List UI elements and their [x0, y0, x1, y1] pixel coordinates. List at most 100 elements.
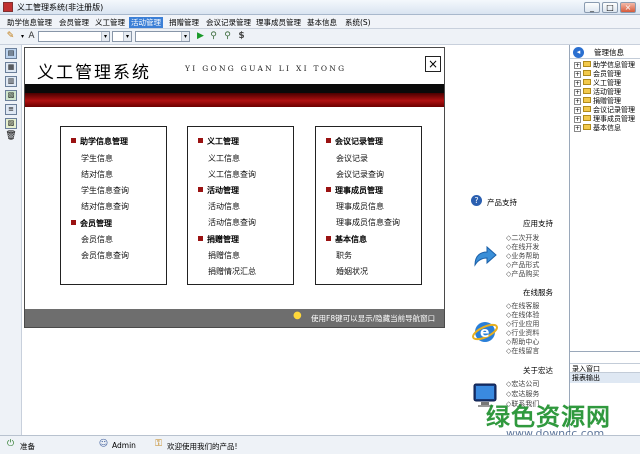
nav-link[interactable]: 义工信息 — [208, 153, 240, 164]
font-icon[interactable]: A — [26, 31, 37, 42]
menu-donation[interactable]: 捐赠管理 — [167, 17, 201, 28]
window-icon[interactable]: ▤ — [5, 48, 17, 59]
nav-header: 义工管理系统 YI GONG GUAN LI XI TONG × — [25, 48, 444, 84]
support-link[interactable]: ◇在线留言 — [506, 346, 539, 356]
nav-section[interactable]: 捐赠管理 — [198, 234, 239, 245]
nav-section[interactable]: 助学信息管理 — [71, 136, 128, 147]
nav-link[interactable]: 捐赠情况汇总 — [208, 266, 256, 277]
folder-icon — [583, 106, 591, 112]
nav-link[interactable]: 结对信息查询 — [81, 201, 129, 212]
expand-icon[interactable]: + — [574, 80, 581, 87]
nav-section[interactable]: 活动管理 — [198, 185, 239, 196]
nav-link[interactable]: 会议记录查询 — [336, 169, 384, 180]
lock-icon: ⚿ — [155, 439, 162, 449]
nav-link[interactable]: 会员信息 — [81, 234, 113, 245]
nav-link[interactable]: 捐赠信息 — [208, 250, 240, 261]
expand-icon[interactable]: + — [574, 116, 581, 123]
back-icon[interactable]: ◂ — [573, 47, 584, 58]
expand-icon[interactable]: + — [574, 62, 581, 69]
nav-link[interactable]: 会议记录 — [336, 153, 368, 164]
book-icon[interactable]: ▥ — [5, 76, 17, 87]
product-support-panel: ? 产品支持 应用支持 ◇二次开发 ◇在线开发 ◇业务帮助 ◇产品形式 ◇产品购… — [466, 193, 570, 423]
status-user: Admin — [112, 441, 136, 450]
app-icon — [3, 2, 13, 12]
report-output-button[interactable]: 报表输出 — [570, 373, 640, 383]
square-bullet-icon — [326, 236, 331, 241]
tree-view: + 助学信息管理 + 会员管理 + 义工管理 + 活动管理 + 捐赠管理 + 会议记录管理 … — [570, 58, 640, 358]
nav-link[interactable]: 活动信息 — [208, 201, 240, 212]
left-toolbar: ▤ ▦ ▥ ▧ ≡ ▨ 🗑 — [0, 45, 22, 435]
folder-icon — [583, 115, 591, 121]
square-bullet-icon — [198, 187, 203, 192]
nav-section[interactable]: 理事成员管理 — [326, 185, 383, 196]
nav-link[interactable]: 婚姻状况 — [336, 266, 368, 277]
nav-link[interactable]: 会员信息查询 — [81, 250, 129, 261]
status-welcome: 欢迎使用我们的产品! — [167, 442, 238, 451]
menu-activity[interactable]: 活动管理 — [129, 17, 163, 28]
square-bullet-icon — [198, 236, 203, 241]
minimize-button[interactable]: _ — [584, 2, 600, 13]
font-select[interactable]: ▾ — [38, 31, 110, 42]
picture-icon[interactable]: ▨ — [5, 118, 17, 129]
menu-system[interactable]: 系统(S) — [343, 17, 373, 28]
nav-link[interactable]: 学生信息查询 — [81, 185, 129, 196]
expand-icon[interactable]: + — [574, 98, 581, 105]
support-link[interactable]: ◇宏达公司 — [506, 379, 539, 389]
user-search-icon[interactable]: ⚲ — [208, 31, 219, 42]
user-search2-icon[interactable]: ⚲ — [222, 31, 233, 42]
search-select[interactable]: ▾ — [135, 31, 190, 42]
menu-basic-info[interactable]: 基本信息 — [305, 17, 339, 28]
document-icon[interactable]: ▧ — [5, 90, 17, 101]
menu-member[interactable]: 会员管理 — [57, 17, 91, 28]
forward-arrow-icon — [471, 243, 499, 271]
pencil-icon[interactable]: ✎ — [5, 31, 16, 42]
nav-link[interactable]: 职务 — [336, 250, 352, 261]
folder-icon — [583, 70, 591, 76]
menu-meeting[interactable]: 会议记录管理 — [204, 17, 253, 28]
expand-icon[interactable]: + — [574, 107, 581, 114]
support-group-head: 应用支持 — [523, 219, 553, 228]
trash-icon[interactable]: 🗑 — [5, 132, 17, 143]
nav-link[interactable]: 学生信息 — [81, 153, 113, 164]
support-link[interactable]: ◇产品购买 — [506, 269, 539, 279]
folder-icon — [583, 61, 591, 67]
close-button[interactable]: × — [620, 2, 636, 13]
refresh-icon[interactable]: $ — [236, 31, 247, 42]
chevron-down-icon: ▾ — [181, 32, 189, 41]
nav-section[interactable]: 会议记录管理 — [326, 136, 383, 147]
nav-column-2: 义工管理 义工信息 义工信息查询 活动管理 活动信息 活动信息查询 捐赠管理 捐… — [187, 126, 294, 285]
folder-icon — [583, 88, 591, 94]
nav-section[interactable]: 义工管理 — [198, 136, 239, 147]
chevron-down-icon: ▾ — [123, 32, 131, 41]
grid-icon[interactable]: ▦ — [5, 62, 17, 73]
expand-icon[interactable]: + — [574, 71, 581, 78]
menu-council[interactable]: 理事成员管理 — [254, 17, 303, 28]
navigation-panel: 义工管理系统 YI GONG GUAN LI XI TONG × 助学信息管理 … — [24, 47, 445, 328]
window-title: 义工管理系统(非注册版) — [17, 3, 104, 12]
play-icon[interactable]: ▶ — [195, 31, 206, 42]
nav-band-red — [25, 93, 444, 107]
maximize-button[interactable]: □ — [602, 2, 618, 13]
nav-link[interactable]: 结对信息 — [81, 169, 113, 180]
list-icon[interactable]: ≡ — [5, 104, 17, 115]
support-group-head: 关于宏达 — [523, 366, 553, 375]
nav-band-black — [25, 84, 444, 93]
expand-icon[interactable]: + — [574, 89, 581, 96]
user-icon: ☺ — [98, 439, 109, 449]
nav-close-button[interactable]: × — [425, 56, 441, 72]
tree-item[interactable]: + 基本信息 — [574, 123, 621, 133]
nav-column-3: 会议记录管理 会议记录 会议记录查询 理事成员管理 理事成员信息 理事成员信息查… — [315, 126, 422, 285]
nav-link[interactable]: 义工信息查询 — [208, 169, 256, 180]
menu-assist-info[interactable]: 助学信息管理 — [5, 17, 54, 28]
nav-link[interactable]: 理事成员信息 — [336, 201, 384, 212]
nav-link[interactable]: 活动信息查询 — [208, 217, 256, 228]
nav-link[interactable]: 理事成员信息查询 — [336, 217, 400, 228]
browser-icon: e — [471, 318, 499, 346]
nav-section[interactable]: 会员管理 — [71, 218, 112, 229]
expand-icon[interactable]: + — [574, 125, 581, 132]
nav-section[interactable]: 基本信息 — [326, 234, 367, 245]
input-window-button[interactable]: 录入窗口 — [570, 363, 640, 373]
menu-volunteer[interactable]: 义工管理 — [93, 17, 127, 28]
toolbar: ✎ ▾ A ▾ ▾ ▾ ▶ ⚲ ⚲ $ — [0, 29, 640, 45]
size-select[interactable]: ▾ — [112, 31, 132, 42]
